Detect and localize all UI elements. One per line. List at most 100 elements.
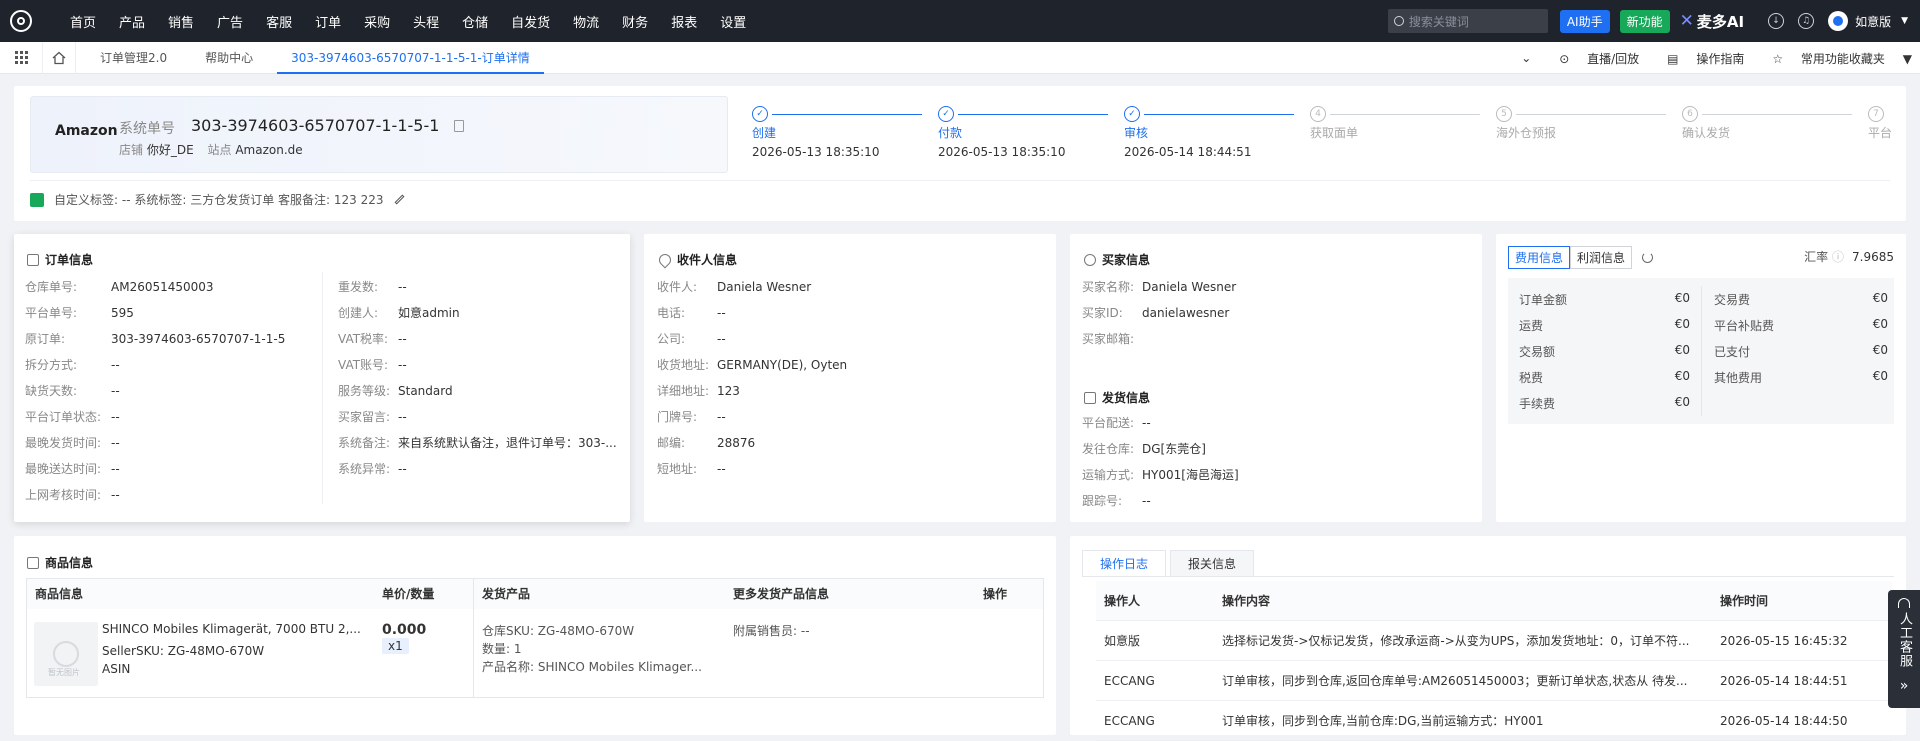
field-value: -- (111, 488, 120, 502)
warehouse-sku: 仓库SKU: ZG-48MO-670W (482, 624, 635, 638)
shop-name: 你好_DE (146, 143, 194, 157)
tab-bar: 订单管理2.0 帮助中心 303-3974603-6570707-1-1-5-1… (0, 41, 1920, 74)
field-label: 创建人: (338, 306, 379, 320)
edit-icon[interactable] (394, 194, 404, 205)
step-platform: 7 平台 (1868, 106, 1892, 141)
nav-firstleg[interactable]: 头程 (413, 12, 439, 31)
tab-fee-info[interactable]: 费用信息 (1508, 246, 1571, 269)
log-table: 操作人 操作内容 操作时间 如意版 选择标记发货->仅标记发货，修改承运商->从… (1096, 581, 1892, 741)
th-goods-info: 商品信息 (35, 579, 84, 609)
favorites-link[interactable]: ☆ 常用功能收藏夹 ▼ (1758, 50, 1912, 67)
field-label: 详细地址: (657, 384, 710, 398)
fee-value: €0 (1872, 291, 1888, 305)
fee-label: 平台补贴费 (1714, 319, 1775, 333)
step-time: 2026-05-13 18:35:10 (752, 145, 880, 159)
field-label: 收件人: (657, 280, 698, 294)
tab-customs-info[interactable]: 报关信息 (1170, 550, 1255, 576)
app-logo[interactable] (0, 0, 42, 42)
live-replay-link[interactable]: ⊙ 直播/回放 (1545, 50, 1639, 67)
shop-site-line: 店铺 你好_DE 站点 Amazon.de (119, 141, 313, 158)
nav-selfship[interactable]: 自发货 (511, 12, 550, 31)
user-dropdown-icon[interactable]: ▼ (1901, 16, 1908, 26)
fee-tabs: 费用信息 利润信息 (1508, 246, 1633, 269)
nav-storage[interactable]: 仓储 (462, 12, 488, 31)
download-icon[interactable]: ↓ (1768, 13, 1785, 29)
field-value: -- (398, 332, 407, 346)
home-icon[interactable] (42, 41, 76, 74)
headset-icon[interactable]: ♫ (1798, 13, 1815, 29)
log-time: 2026-05-14 18:44:50 (1720, 714, 1848, 728)
field-value: 303-3974603-6570707-1-1-5 (111, 332, 286, 346)
expand-chevron-icon[interactable]: » (1900, 678, 1909, 694)
step-create: ✓ 创建 2026-05-13 18:35:10 (752, 106, 879, 159)
nav-product[interactable]: 产品 (119, 12, 145, 31)
shipping-title: 发货信息 (1084, 389, 1150, 406)
field-label: 发往仓库: (1082, 442, 1135, 456)
username[interactable]: 如意版 (1855, 13, 1891, 30)
guide-link[interactable]: ▤ 操作指南 (1653, 50, 1744, 67)
product-name[interactable]: SHINCO Mobiles Klimagerät, 7000 BTU 2,..… (102, 622, 364, 636)
nav-sales[interactable]: 销售 (168, 12, 194, 31)
field-label: 电话: (657, 306, 686, 320)
field-label: 上网考核时间: (25, 488, 102, 502)
table-row: ECCANG 订单审核，同步到仓库,返回仓库单号:AM26051450003；更… (1096, 661, 1892, 701)
step-overseas-forecast: 5 海外仓预报 (1496, 106, 1556, 141)
apps-grid-icon[interactable] (0, 42, 42, 74)
field-value: -- (717, 306, 726, 320)
ai-assistant-button[interactable]: AI助手 (1559, 9, 1610, 33)
nav-purchase[interactable]: 采购 (364, 12, 390, 31)
goods-title-text: 商品信息 (45, 556, 94, 570)
seller-sku: SellerSKU: ZG-48MO-670W (102, 644, 265, 658)
info-row: VAT账号: -- (338, 356, 407, 373)
field-value: -- (717, 332, 726, 346)
tabs-dropdown-icon[interactable]: ⌄ (1521, 51, 1531, 65)
tab-operation-log[interactable]: 操作日志 (1082, 550, 1167, 576)
nav-home[interactable]: 首页 (70, 12, 96, 31)
fee-label: 交易费 (1714, 293, 1751, 307)
log-tabs: 操作日志 报关信息 (1082, 550, 1258, 576)
nav-ads[interactable]: 广告 (217, 12, 243, 31)
brand-link[interactable]: ✕ 麦多AI (1680, 11, 1744, 32)
step-review: ✓ 审核 2026-05-14 18:44:51 (1124, 106, 1251, 159)
nav-order[interactable]: 订单 (315, 12, 341, 31)
info-row: 上网考核时间: -- (25, 486, 120, 503)
exchange-rate: 汇率 ⓘ 7.9685 (1804, 248, 1894, 265)
fee-label: 交易额 (1519, 345, 1556, 359)
nav-settings[interactable]: 设置 (720, 12, 746, 31)
nav-reports[interactable]: 报表 (671, 12, 697, 31)
order-info-title-text: 订单信息 (45, 253, 94, 267)
nav-finance[interactable]: 财务 (622, 12, 648, 31)
order-info-title: 订单信息 (27, 251, 93, 268)
info-row: 运输方式: HY001[海邑海运] (1082, 466, 1239, 483)
copy-icon[interactable] (454, 120, 464, 132)
tab-order-management[interactable]: 订单管理2.0 (86, 42, 181, 74)
th-content: 操作内容 (1222, 594, 1271, 608)
search-input[interactable]: 搜索关键词 (1387, 9, 1548, 33)
step-time: 2026-05-13 18:35:10 (938, 145, 1066, 159)
field-label: 收货地址: (657, 358, 710, 372)
new-features-button[interactable]: 新功能 (1619, 9, 1670, 33)
field-label: 最晚送达时间: (25, 462, 102, 476)
field-value: 来自系统默认备注，退件订单号：303-... (398, 436, 617, 450)
document-icon (27, 253, 39, 266)
location-pin-icon (656, 251, 674, 268)
info-row: 跟踪号: -- (1082, 492, 1151, 509)
tab-help-center[interactable]: 帮助中心 (191, 42, 267, 74)
avatar[interactable] (1828, 11, 1849, 31)
tab-profit-info[interactable]: 利润信息 (1570, 246, 1633, 269)
customer-service-widget[interactable]: 人工客服 » (1888, 590, 1920, 708)
divider (1082, 576, 1894, 577)
log-time: 2026-05-15 16:45:32 (1720, 634, 1848, 648)
doc-icon: ▤ (1667, 51, 1683, 66)
field-label: 买家邮箱: (1082, 332, 1135, 346)
th-ship-product: 发货产品 (482, 579, 531, 609)
nav-logistics[interactable]: 物流 (573, 12, 599, 31)
nav-service[interactable]: 客服 (266, 12, 292, 31)
service-label: 人工客服 (1897, 612, 1912, 668)
field-value: -- (717, 410, 726, 424)
tab-order-detail[interactable]: 303-3974603-6570707-1-1-5-1-订单详情 (277, 42, 544, 74)
refresh-icon[interactable] (1642, 252, 1653, 263)
ship-product-name: 产品名称: SHINCO Mobiles Klimager... (482, 660, 702, 674)
field-label: 邮编: (657, 436, 686, 450)
step-label: 获取面单 (1310, 126, 1359, 140)
